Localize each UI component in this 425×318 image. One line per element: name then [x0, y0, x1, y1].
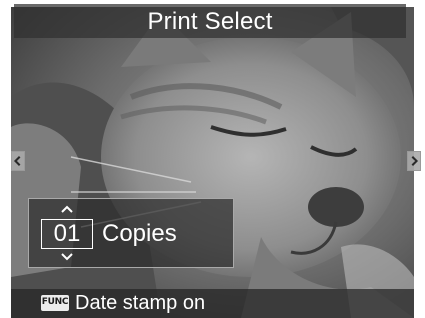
camera-screen [11, 7, 414, 318]
func-button-icon: FUNC [41, 295, 69, 311]
copies-label: Copies [102, 220, 177, 247]
chevron-down-icon[interactable] [60, 252, 74, 262]
next-image-button[interactable] [407, 151, 421, 171]
photo-preview [11, 7, 414, 318]
page-title: Print Select [147, 8, 273, 35]
copies-value: 01 [53, 220, 81, 247]
chevron-right-icon [411, 155, 419, 167]
title-bar: Print Select [14, 4, 406, 38]
chevron-left-icon [13, 155, 21, 167]
chevron-up-icon[interactable] [60, 204, 74, 214]
copies-stepper[interactable]: 01 [41, 219, 93, 249]
copies-panel: 01 Copies [28, 198, 234, 268]
previous-image-button[interactable] [11, 151, 25, 171]
bottom-hint-bar: FUNC Date stamp on [11, 289, 414, 318]
date-stamp-hint: Date stamp on [75, 292, 206, 314]
func-key-label: FUNC [41, 297, 69, 307]
